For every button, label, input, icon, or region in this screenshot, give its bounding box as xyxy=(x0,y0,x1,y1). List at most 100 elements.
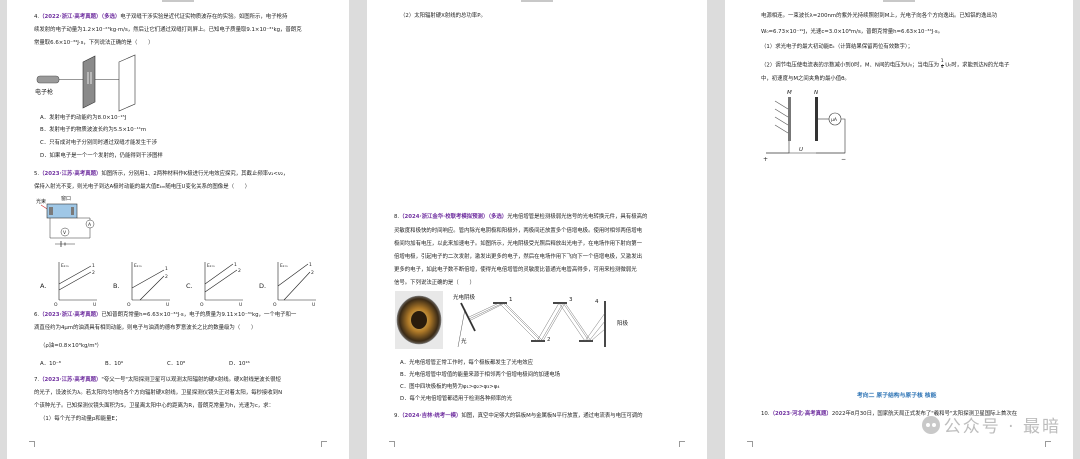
svg-text:Eₖₘ: Eₖₘ xyxy=(134,263,142,269)
photoelectric-circuit-figure: 光束 窗口 A V xyxy=(36,195,95,247)
q9-source: （2024·吉林·统考一模） xyxy=(399,413,462,419)
q9-cont-line-2: W₀=6.73×10⁻¹⁹J，光速c=3.0×10⁸m/s，普朗克常量h=6.6… xyxy=(761,29,944,35)
svg-text:2: 2 xyxy=(92,270,95,276)
document-page-3: 电源相连。一束波长λ=200nm的紫外光持续照射到M上，光电子向各个方向逸出。已… xyxy=(725,0,1073,459)
q4-option-b: B．发射电子的物质波波长约为5.5×10⁻¹¹m xyxy=(40,127,147,133)
electron-gun-label: 电子枪 xyxy=(35,88,53,96)
q5-line-2: 保持入射光不变，则光电子到达A极时动能的最大值Eₖₘ随电压U变化关系的图像是（ … xyxy=(34,184,251,190)
q6-line-3: （ρ油=0.8×10³kg/m³） xyxy=(40,343,102,349)
q4-source: （2022·浙江·高考真题）（多选） xyxy=(39,14,121,20)
q8-option-a: A．光电倍增管正常工作时，每个极板都发生了光电效应 xyxy=(400,360,534,366)
svg-text:2: 2 xyxy=(311,270,314,276)
q8-line-3: 极间均加有电压，以此来加速电子。如图所示，光电阴极受光照后释放出光电子，在电场作… xyxy=(394,241,642,247)
wechat-icon xyxy=(921,415,940,434)
svg-text:2: 2 xyxy=(238,268,241,274)
photomultiplier-figure: 光电阴极 光 1 2 3 4 阳极 xyxy=(395,291,629,349)
q4-option-c: C．只有成对电子分别同时通过双缝才能发生干涉 xyxy=(40,140,157,146)
svg-text:3: 3 xyxy=(569,297,573,303)
q7-part-2: （2）太阳辐射硬X射线的总功率P。 xyxy=(400,13,486,19)
fraction: 14 xyxy=(940,59,944,70)
electron-gun-shape xyxy=(36,75,60,84)
q7-line-2: 的光子，设波长为λ。若太阳均匀地向各个方向辐射硬X射线，卫星探测仪镜头正对着太阳… xyxy=(34,390,283,396)
plate-n xyxy=(815,97,818,141)
q8-option-d: D．每个光电倍增管都适用于检测各种频率的光 xyxy=(400,396,512,402)
q8-option-c: C．图中四块极板的电势为φ₁>φ₂>φ₃>φ₄ xyxy=(400,384,500,390)
q5-graph-d: D. Eₖₘ U O 1 2 xyxy=(259,262,316,308)
mn-plates-circuit-figure: M N μA U + − xyxy=(763,90,846,163)
svg-text:1: 1 xyxy=(92,263,95,269)
q4-option-a: A．发射电子的动能约为8.0×10⁻¹⁵J xyxy=(40,115,127,121)
q8-source: （2024·浙江金华·校联考模拟预测）（多选） xyxy=(399,214,508,220)
svg-text:光电阴极: 光电阴极 xyxy=(453,293,476,301)
q8-line-6: 信号。下列说法正确的是（ ） xyxy=(394,280,475,286)
double-slit-figure: 电子枪 xyxy=(35,54,136,112)
svg-text:1: 1 xyxy=(309,262,312,268)
q8-line-4: 倍增电极，引起电子的二次发射，激发出更多的电子，然后在电场作用下飞向下一个倍增电… xyxy=(394,254,642,260)
svg-text:窗口: 窗口 xyxy=(61,195,71,202)
q4-line-1: 4.（2022·浙江·高考真题）（多选）电子双缝干涉实验是近代证实物质波存在的实… xyxy=(34,14,288,20)
corner-mark xyxy=(679,441,685,447)
watermark: 公众号 · 最暗 xyxy=(921,412,1061,437)
svg-text:Eₖₘ: Eₖₘ xyxy=(280,263,288,269)
q5-graph-b: B. Eₖₘ U O 1 2 xyxy=(113,262,170,308)
corner-mark xyxy=(747,441,753,447)
document-page-1: 4.（2022·浙江·高考真题）（多选）电子双缝干涉实验是近代证实物质波存在的实… xyxy=(7,0,349,459)
svg-text:1: 1 xyxy=(509,297,513,303)
corner-mark xyxy=(321,441,327,447)
q8-line-1: 8.（2024·浙江金华·校联考模拟预测）（多选）光电倍增管是检测极弱光信号的光… xyxy=(394,214,648,220)
svg-text:M: M xyxy=(787,90,792,96)
svg-text:O: O xyxy=(273,302,277,308)
svg-text:+: + xyxy=(763,156,768,163)
q7-line-4: （1）每个光子的动量p和能量E； xyxy=(40,416,121,422)
q8-option-b: B．光电倍增管中增值的能量来源于相邻两个倍增电极间的加速电场 xyxy=(400,372,561,378)
q8-line-2: 灵敏度和极快的时间响应。管内除光电阴极和阳极外，两极间还放置多个倍增电极。使用时… xyxy=(394,228,642,234)
svg-text:C.: C. xyxy=(186,282,193,290)
svg-text:−: − xyxy=(841,156,846,163)
q5-graph-c: C. Eₖₘ U O 1 2 xyxy=(186,262,243,308)
svg-text:N: N xyxy=(814,90,818,96)
corner-mark xyxy=(389,441,395,447)
screen-plate xyxy=(118,54,136,112)
svg-text:U: U xyxy=(239,302,242,308)
page-header xyxy=(7,0,349,4)
q7-source: （2023·江苏·高考真题） xyxy=(39,377,102,383)
q7-line-3: 个该种光子。已知探测仪镜头面积为S，卫星离太阳中心的距离为R，普朗克常量为h，光… xyxy=(34,403,274,409)
q5-source: （2023·江苏·高考真题） xyxy=(39,171,102,177)
svg-text:O: O xyxy=(127,302,131,308)
q8-line-5: 更多的电子，如此电子数不断倍增，使得光电倍增管的灵敏度比普通光电管高得多，可用来… xyxy=(394,267,637,273)
svg-text:B.: B. xyxy=(113,282,120,290)
svg-text:U: U xyxy=(799,147,803,153)
svg-text:Eₖₘ: Eₖₘ xyxy=(61,263,69,269)
plate-m xyxy=(788,97,791,141)
q6-source: （2023·浙江·高考真题） xyxy=(39,312,102,318)
section-heading: 考向二 原子结构与原子核 核能 xyxy=(857,393,937,399)
q9-cont-line-1: 电源相连。一束波长λ=200nm的紫外光持续照射到M上，光电子向各个方向逸出。已… xyxy=(761,13,998,19)
svg-text:O: O xyxy=(200,302,204,308)
q6-line-2: 滴直径约为4μm的油滴具有相同动能，则电子与油滴的德布罗意波长之比的数量级为（ … xyxy=(34,325,257,331)
svg-text:1: 1 xyxy=(234,262,237,268)
q5-graph-options: A. Eₖₘ U O 1 2 B. Eₖₘ U O 1 2 C. Eₖₘ U O… xyxy=(40,262,316,308)
q9-part-1: （1）求光电子的最大初动能Eₖ（计算结果保留两位有效数字）； xyxy=(761,44,913,50)
svg-text:光束: 光束 xyxy=(36,198,46,205)
corner-mark xyxy=(29,441,35,447)
q7-line-1: 7.（2023·江苏·高考真题）"夸父一号"太阳探测卫星可以观测太阳辐射的硬X射… xyxy=(34,377,281,383)
corner-mark xyxy=(1045,441,1051,447)
q4-line-2: 续发射的电子动量为1.2×10⁻²³kg·m/s，然后让它们通过双缝打到屏上。已… xyxy=(34,27,302,33)
svg-text:A.: A. xyxy=(40,282,46,290)
q6-option-b: B．10⁶ xyxy=(105,361,124,367)
q6-line-1: 6.（2023·浙江·高考真题）已知普朗克常量h=6.63×10⁻³⁴J·s，电… xyxy=(34,312,297,318)
q5-graph-a: A. Eₖₘ U O 1 2 xyxy=(40,262,97,308)
svg-text:4: 4 xyxy=(595,299,599,305)
svg-text:Eₖₘ: Eₖₘ xyxy=(207,263,215,269)
q10-source: （2023·河北·高考真题） xyxy=(769,411,832,417)
svg-text:2: 2 xyxy=(165,274,168,280)
svg-text:2: 2 xyxy=(547,337,551,343)
svg-text:D.: D. xyxy=(259,282,266,290)
watermark-text: 公众号 · 最暗 xyxy=(943,417,1061,437)
svg-text:阳极: 阳极 xyxy=(617,319,629,327)
q9-part-2: （2）调节电压使电流表的示数减小到0时，M、N间的电压为U₀；当电压为 14 U… xyxy=(761,59,1010,70)
q6-option-d: D．10¹⁶ xyxy=(229,361,250,367)
page-header xyxy=(725,0,1073,4)
page-header xyxy=(367,0,707,4)
svg-text:光: 光 xyxy=(461,337,467,345)
